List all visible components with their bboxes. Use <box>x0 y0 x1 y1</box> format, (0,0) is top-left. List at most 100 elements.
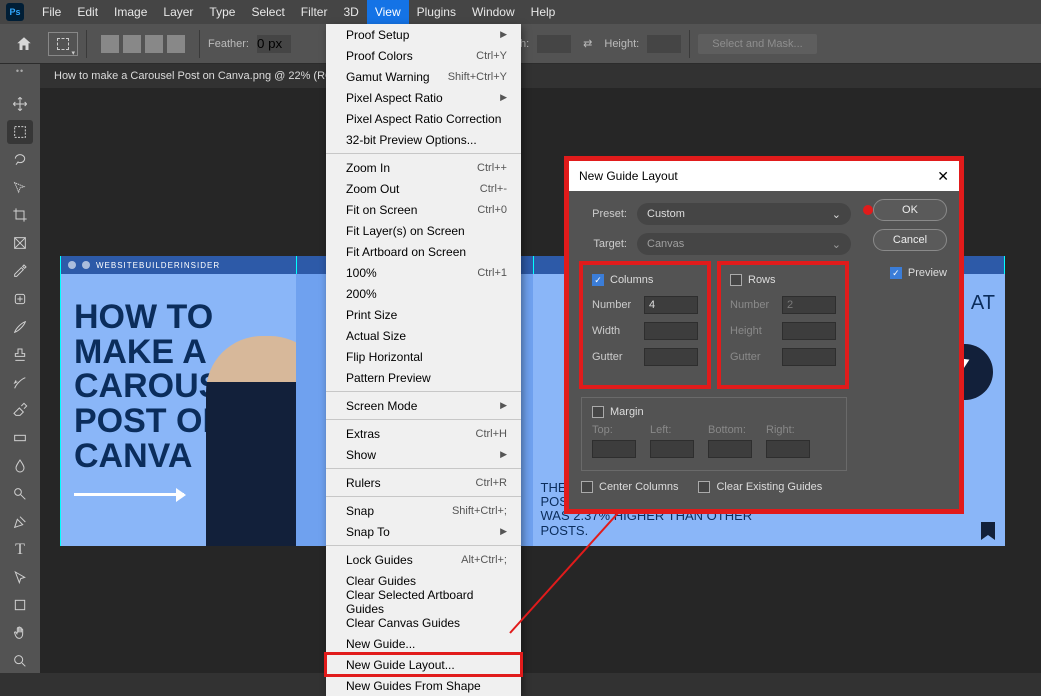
healing-tool-icon[interactable] <box>7 287 33 311</box>
menu-window[interactable]: Window <box>464 0 523 24</box>
rows-height-input <box>782 322 836 340</box>
menuitem-proof-colors[interactable]: Proof ColorsCtrl+Y <box>326 45 521 66</box>
target-dropdown[interactable]: Canvas⌄ <box>637 233 851 255</box>
zoom-tool-icon[interactable] <box>7 649 33 673</box>
menu-select[interactable]: Select <box>243 0 292 24</box>
menuitem-new-guide[interactable]: New Guide... <box>326 633 521 654</box>
menuitem-new-guides-from-shape[interactable]: New Guides From Shape <box>326 675 521 696</box>
menuitem-show[interactable]: Show▶ <box>326 444 521 465</box>
menu-type[interactable]: Type <box>201 0 243 24</box>
height-input[interactable] <box>647 35 681 53</box>
menuitem-clear-selected-artboard-guides[interactable]: Clear Selected Artboard Guides <box>326 591 521 612</box>
shape-tool-icon[interactable] <box>7 593 33 617</box>
menuitem-flip-horizontal[interactable]: Flip Horizontal <box>326 346 521 367</box>
stamp-tool-icon[interactable] <box>7 343 33 367</box>
brush-tool-icon[interactable] <box>7 315 33 339</box>
panel4-text: AT <box>971 292 995 315</box>
frame-tool-icon[interactable] <box>7 231 33 255</box>
columns-group: Columns Number Width Gutter <box>581 263 709 387</box>
dodge-tool-icon[interactable] <box>7 482 33 506</box>
columns-gutter-input[interactable] <box>644 348 698 366</box>
move-tool-icon[interactable] <box>7 92 33 116</box>
menuitem-lock-guides[interactable]: Lock GuidesAlt+Ctrl+; <box>326 549 521 570</box>
type-tool-icon[interactable]: T <box>7 538 33 562</box>
menuitem-proof-setup[interactable]: Proof Setup▶ <box>326 24 521 45</box>
menuitem-zoom-out[interactable]: Zoom OutCtrl+- <box>326 178 521 199</box>
center-columns-checkbox[interactable] <box>581 481 593 493</box>
cancel-button[interactable]: Cancel <box>873 229 947 251</box>
menuitem-actual-size[interactable]: Actual Size <box>326 325 521 346</box>
menuitem-pixel-aspect-ratio-correction[interactable]: Pixel Aspect Ratio Correction <box>326 108 521 129</box>
menuitem-new-guide-layout[interactable]: New Guide Layout... <box>326 654 521 675</box>
home-icon[interactable] <box>8 28 40 60</box>
columns-number-input[interactable] <box>644 296 698 314</box>
feather-input[interactable] <box>257 35 291 53</box>
feather-label: Feather: <box>208 38 249 50</box>
close-icon[interactable]: ✕ <box>937 168 949 185</box>
margin-checkbox[interactable] <box>592 406 604 418</box>
rows-title: Rows <box>748 274 776 286</box>
menuitem-100[interactable]: 100%Ctrl+1 <box>326 262 521 283</box>
rows-checkbox[interactable] <box>730 274 742 286</box>
menuitem-fit-layer-s-on-screen[interactable]: Fit Layer(s) on Screen <box>326 220 521 241</box>
marquee-tool-icon[interactable] <box>7 120 33 144</box>
app-menubar: Ps FileEditImageLayerTypeSelectFilter3DV… <box>0 0 1041 24</box>
menuitem-32-bit-preview-options[interactable]: 32-bit Preview Options... <box>326 129 521 150</box>
menu-view[interactable]: View <box>367 0 409 24</box>
menuitem-gamut-warning[interactable]: Gamut WarningShift+Ctrl+Y <box>326 66 521 87</box>
columns-width-input[interactable] <box>644 322 698 340</box>
eyedropper-tool-icon[interactable] <box>7 259 33 283</box>
rows-number-input <box>782 296 836 314</box>
menu-image[interactable]: Image <box>106 0 155 24</box>
ok-button[interactable]: OK <box>873 199 947 221</box>
swap-icon[interactable]: ⇄ <box>583 37 592 50</box>
target-label: Target: <box>581 238 627 250</box>
menu-filter[interactable]: Filter <box>293 0 336 24</box>
marquee-tool-preset[interactable] <box>48 32 78 56</box>
preset-dropdown[interactable]: Custom⌄ <box>637 203 851 225</box>
blur-tool-icon[interactable] <box>7 454 33 478</box>
lasso-tool-icon[interactable] <box>7 148 33 172</box>
menu-edit[interactable]: Edit <box>69 0 106 24</box>
menu-layer[interactable]: Layer <box>155 0 201 24</box>
menuitem-print-size[interactable]: Print Size <box>326 304 521 325</box>
menuitem-rulers[interactable]: RulersCtrl+R <box>326 472 521 493</box>
pen-tool-icon[interactable] <box>7 510 33 534</box>
quick-select-tool-icon[interactable] <box>7 176 33 200</box>
crop-tool-icon[interactable] <box>7 203 33 227</box>
menuitem-200[interactable]: 200% <box>326 283 521 304</box>
menuitem-extras[interactable]: ExtrasCtrl+H <box>326 423 521 444</box>
menuitem-fit-artboard-on-screen[interactable]: Fit Artboard on Screen <box>326 241 521 262</box>
clear-existing-checkbox[interactable] <box>698 481 710 493</box>
width-input[interactable] <box>537 35 571 53</box>
tools-panel: •• T <box>0 64 40 673</box>
hand-tool-icon[interactable] <box>7 621 33 645</box>
history-brush-icon[interactable] <box>7 371 33 395</box>
margin-right-input <box>766 440 810 458</box>
preset-label: Preset: <box>581 208 627 220</box>
columns-title: Columns <box>610 274 653 286</box>
view-menu-dropdown: Proof Setup▶Proof ColorsCtrl+YGamut Warn… <box>326 24 521 696</box>
menuitem-snap[interactable]: SnapShift+Ctrl+; <box>326 500 521 521</box>
menuitem-zoom-in[interactable]: Zoom InCtrl++ <box>326 157 521 178</box>
menu-plugins[interactable]: Plugins <box>409 0 464 24</box>
menuitem-screen-mode[interactable]: Screen Mode▶ <box>326 395 521 416</box>
gradient-tool-icon[interactable] <box>7 426 33 450</box>
menuitem-fit-on-screen[interactable]: Fit on ScreenCtrl+0 <box>326 199 521 220</box>
select-and-mask-button[interactable]: Select and Mask... <box>698 34 817 54</box>
selection-mode-buttons[interactable] <box>95 35 191 53</box>
path-select-tool-icon[interactable] <box>7 566 33 590</box>
menu-file[interactable]: File <box>34 0 69 24</box>
columns-checkbox[interactable] <box>592 274 604 286</box>
document-tab[interactable]: How to make a Carousel Post on Canva.png… <box>44 64 364 88</box>
menuitem-snap-to[interactable]: Snap To▶ <box>326 521 521 542</box>
menu-help[interactable]: Help <box>523 0 564 24</box>
preview-checkbox[interactable] <box>890 267 902 279</box>
dialog-titlebar[interactable]: New Guide Layout ✕ <box>569 161 959 191</box>
eraser-tool-icon[interactable] <box>7 398 33 422</box>
menuitem-pattern-preview[interactable]: Pattern Preview <box>326 367 521 388</box>
dialog-title: New Guide Layout <box>579 169 678 183</box>
menu-3d[interactable]: 3D <box>335 0 366 24</box>
rows-group: Rows Number Height Gutter <box>719 263 847 387</box>
menuitem-pixel-aspect-ratio[interactable]: Pixel Aspect Ratio▶ <box>326 87 521 108</box>
